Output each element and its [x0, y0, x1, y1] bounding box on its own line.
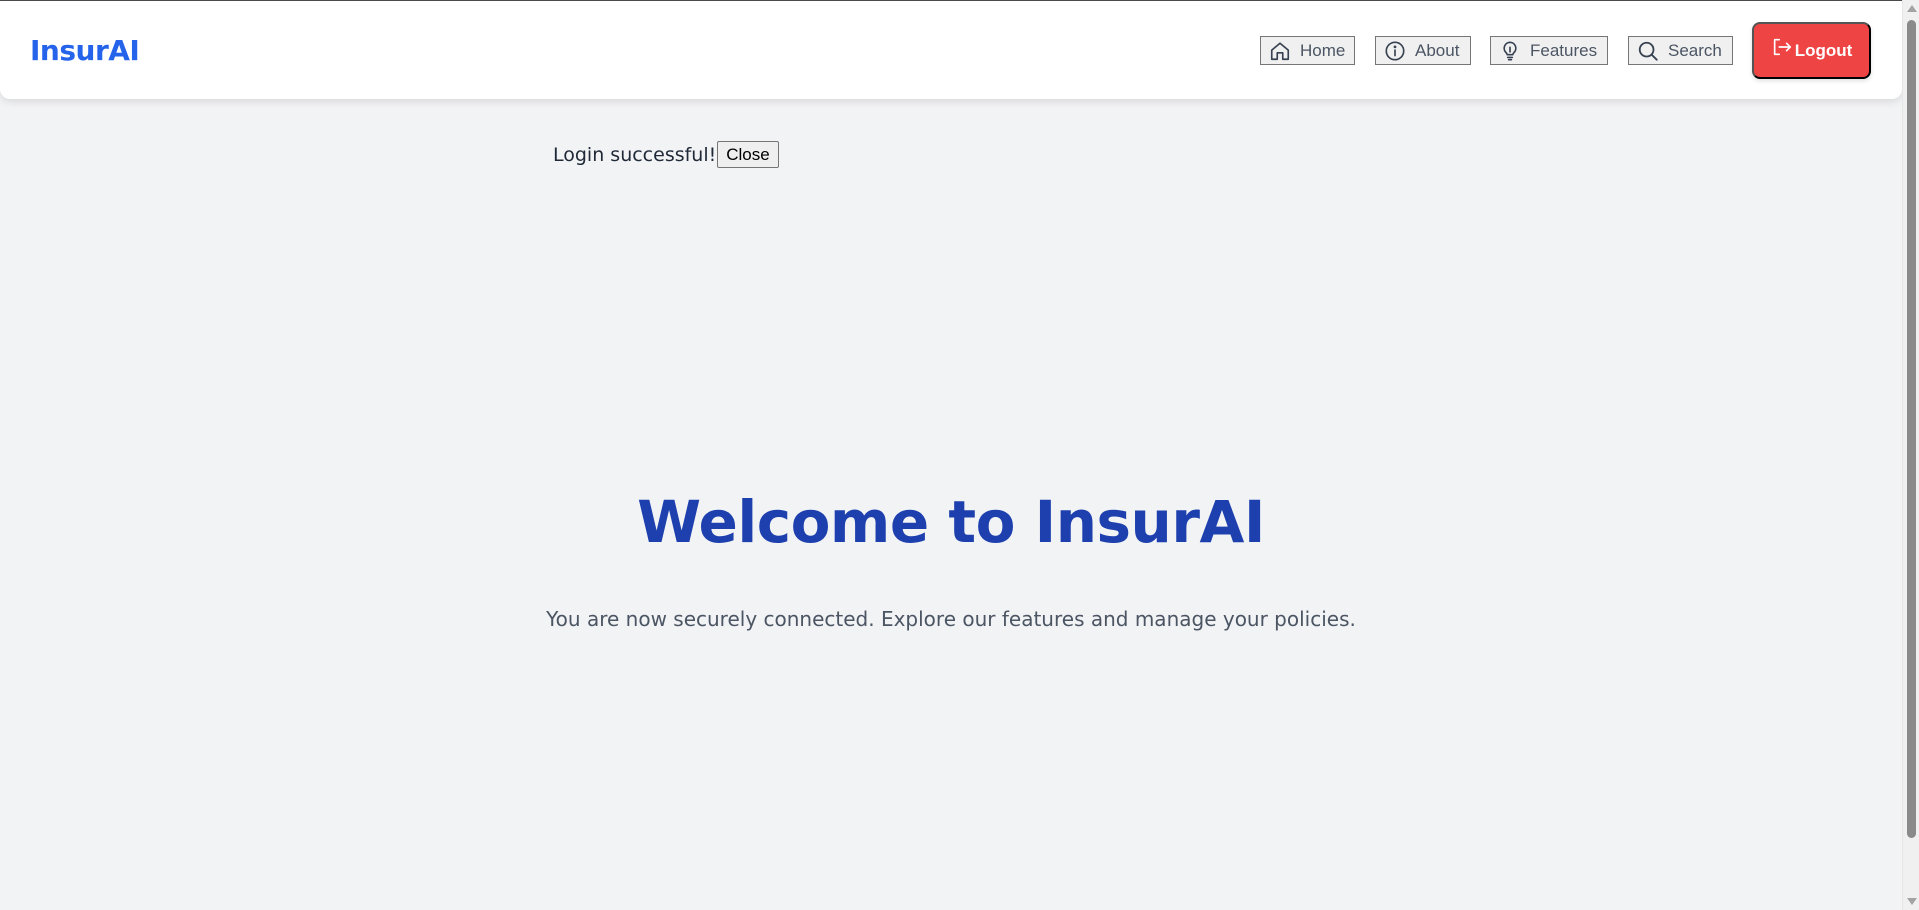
logout-label: Logout — [1794, 40, 1853, 60]
nav-home-button[interactable]: Home — [1260, 36, 1355, 65]
nav-search-button[interactable]: Search — [1628, 36, 1733, 65]
lightbulb-icon — [1503, 40, 1517, 61]
scroll-up-arrow-icon[interactable] — [1907, 5, 1917, 12]
nav-features-label: Features — [1530, 40, 1598, 60]
brand-logo[interactable]: InsurAI — [30, 34, 140, 67]
hero-title: Welcome to InsurAI — [637, 488, 1265, 556]
nav-about-button[interactable]: About — [1375, 36, 1471, 65]
flash-text: Login successful! — [553, 143, 717, 166]
info-icon — [1385, 40, 1405, 61]
hero-subtitle: You are now securely connected. Explore … — [546, 607, 1356, 631]
nav-search-label: Search — [1668, 40, 1722, 60]
navbar: InsurAI Home About Features Search Logou… — [0, 1, 1902, 99]
flash-close-button[interactable]: Close — [717, 141, 779, 168]
vertical-scrollbar[interactable] — [1902, 0, 1919, 910]
nav-about-label: About — [1415, 40, 1460, 60]
home-icon — [1270, 41, 1290, 60]
scroll-down-arrow-icon[interactable] — [1907, 898, 1917, 905]
logout-icon — [1773, 38, 1791, 55]
flash-message: Login successful! Close — [553, 141, 779, 168]
scroll-thumb[interactable] — [1907, 20, 1916, 838]
nav-features-button[interactable]: Features — [1490, 36, 1608, 65]
search-icon — [1638, 41, 1658, 61]
nav-home-label: Home — [1300, 40, 1346, 60]
logout-button[interactable]: Logout — [1752, 22, 1871, 79]
